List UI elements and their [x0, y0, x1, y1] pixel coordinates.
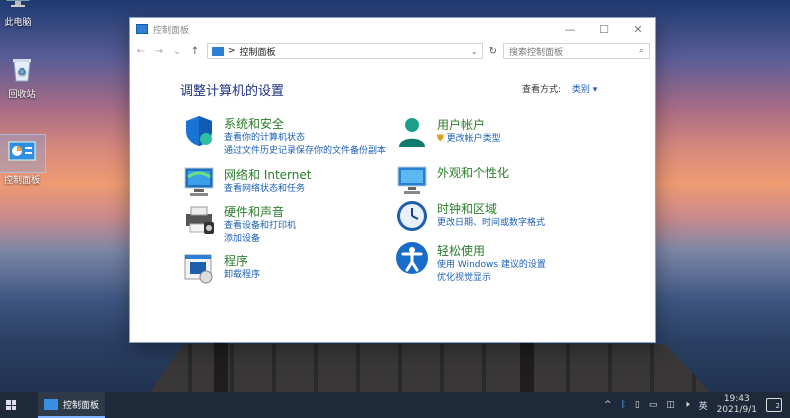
category-ease-of-access: 轻松使用 使用 Windows 建议的设置 优化视觉显示	[395, 241, 546, 285]
network-icon[interactable]	[182, 165, 216, 199]
up-button[interactable]: ↑	[189, 46, 201, 57]
desktop-icon-control-panel[interactable]: 控制面板	[0, 134, 46, 186]
clock-globe-icon[interactable]	[395, 199, 429, 233]
tray-overflow-chevron-icon[interactable]: ^	[604, 400, 612, 410]
category-link[interactable]: 卸载程序	[224, 269, 260, 282]
category-appearance: 外观和个性化	[395, 163, 509, 197]
control-panel-icon	[44, 398, 58, 410]
category-link[interactable]: 添加设备	[224, 233, 296, 246]
navigation-bar: ← → ⌄ ↑ > 控制面板 ⌄ ↻ 搜索控制面板 ⌕	[130, 40, 655, 62]
close-button[interactable]: ✕	[621, 18, 655, 40]
desktop-icon-label: 回收站	[8, 90, 36, 100]
windows-logo-icon	[6, 400, 16, 410]
back-button[interactable]: ←	[135, 46, 147, 57]
control-panel-icon	[7, 137, 37, 167]
input-method-indicator[interactable]: 英	[699, 399, 708, 412]
desktop-icon-label: 控制面板	[3, 176, 40, 186]
category-hardware-sound: 硬件和声音 查看设备和打印机 添加设备	[182, 202, 296, 246]
category-title[interactable]: 外观和个性化	[437, 164, 509, 181]
category-link[interactable]: 查看网络状态和任务	[224, 183, 311, 196]
forward-button[interactable]: →	[153, 46, 165, 57]
content-area: 调整计算机的设置 查看方式: 类别 ▾ 系统和安全 查看你的计算机状态 通过文件…	[130, 62, 655, 342]
category-link[interactable]: 通过文件历史记录保存你的文件备份副本	[224, 145, 386, 158]
volume-icon[interactable]: 🕨	[684, 400, 690, 410]
wallpaper-pier	[150, 344, 710, 392]
accessibility-icon[interactable]	[395, 241, 429, 275]
uac-shield-icon: ⛊	[437, 134, 444, 144]
minimize-button[interactable]: —	[553, 18, 587, 40]
category-clock-region: 时钟和区域 更改日期、时间或数字格式	[395, 199, 545, 233]
desktop-icon-recycle-bin[interactable]: ♻ 回收站	[0, 54, 46, 100]
refresh-button[interactable]: ↻	[489, 46, 497, 57]
user-icon[interactable]	[395, 115, 429, 149]
desktop-icon-label: 此电脑	[4, 18, 32, 28]
maximize-button[interactable]: ☐	[587, 18, 621, 40]
view-by-label: 查看方式:	[522, 85, 562, 95]
bluetooth-icon[interactable]: ᛒ	[621, 400, 626, 410]
category-title[interactable]: 网络和 Internet	[224, 166, 311, 183]
category-title[interactable]: 硬件和声音	[224, 203, 296, 220]
page-title: 调整计算机的设置	[180, 84, 285, 99]
window-title: 控制面板	[153, 25, 190, 36]
taskbar-app-label: 控制面板	[63, 400, 100, 411]
desktop-icon-this-pc[interactable]: 此电脑	[0, 0, 42, 28]
system-tray: ^ ᛒ ▯ ▭ ◫ 🕨 英 19:43 2021/9/1 2	[604, 394, 790, 416]
notification-count: 2	[775, 402, 780, 410]
computer-icon	[3, 0, 33, 12]
recycle-bin-icon: ♻	[7, 54, 37, 84]
category-link[interactable]: 使用 Windows 建议的设置	[437, 259, 546, 272]
control-panel-icon	[136, 24, 148, 34]
category-network-internet: 网络和 Internet 查看网络状态和任务	[182, 165, 311, 199]
search-placeholder: 搜索控制面板	[509, 47, 564, 58]
printer-icon[interactable]	[182, 202, 216, 236]
search-input[interactable]: 搜索控制面板 ⌕	[503, 43, 650, 59]
taskbar-app-control-panel[interactable]: 控制面板	[38, 392, 106, 418]
category-link[interactable]: 优化视觉显示	[437, 272, 546, 285]
category-link[interactable]: ⛊ 更改帐户类型	[437, 133, 501, 146]
network-icon[interactable]: ◫	[666, 400, 675, 410]
category-title[interactable]: 程序	[224, 252, 260, 269]
taskbar: 控制面板 ^ ᛒ ▯ ▭ ◫ 🕨 英 19:43 2021/9/1 2	[0, 392, 790, 418]
category-title[interactable]: 用户帐户	[437, 116, 501, 133]
recent-locations-button[interactable]: ⌄	[171, 46, 183, 57]
display-icon[interactable]: ▭	[649, 400, 658, 410]
view-by-dropdown[interactable]: 类别 ▾	[572, 85, 597, 95]
programs-icon[interactable]	[182, 251, 216, 285]
clock-date: 2021/9/1	[716, 405, 757, 415]
category-link[interactable]: 查看设备和打印机	[224, 220, 296, 233]
search-icon[interactable]: ⌕	[639, 46, 644, 56]
category-programs: 程序 卸载程序	[182, 251, 260, 285]
start-button[interactable]	[0, 392, 22, 418]
title-bar[interactable]: 控制面板 — ☐ ✕	[130, 18, 655, 40]
category-link[interactable]: 查看你的计算机状态	[224, 132, 386, 145]
category-title[interactable]: 时钟和区域	[437, 200, 545, 217]
control-panel-window: 控制面板 — ☐ ✕ ← → ⌄ ↑ > 控制面板 ⌄ ↻ 搜索控制面板 ⌕ 调…	[129, 17, 656, 343]
address-bar[interactable]: > 控制面板 ⌄	[207, 43, 483, 59]
shield-icon[interactable]	[182, 114, 216, 148]
appearance-icon[interactable]	[395, 163, 429, 197]
usb-icon[interactable]: ▯	[635, 400, 640, 410]
category-system-security: 系统和安全 查看你的计算机状态 通过文件历史记录保存你的文件备份副本	[182, 114, 386, 158]
category-title[interactable]: 系统和安全	[224, 115, 386, 132]
address-path[interactable]: 控制面板	[240, 45, 276, 58]
address-dropdown-icon[interactable]: ⌄	[471, 47, 478, 56]
clock[interactable]: 19:43 2021/9/1	[717, 394, 757, 416]
category-user-accounts: 用户帐户 ⛊ 更改帐户类型	[395, 115, 501, 149]
clock-time: 19:43	[723, 394, 750, 404]
notification-center-button[interactable]: 2	[766, 398, 782, 412]
view-by: 查看方式: 类别 ▾	[522, 82, 597, 95]
svg-text:♻: ♻	[18, 67, 27, 78]
category-link[interactable]: 更改日期、时间或数字格式	[437, 217, 545, 230]
address-separator: >	[228, 46, 236, 56]
control-panel-icon	[212, 46, 224, 56]
category-title[interactable]: 轻松使用	[437, 242, 546, 259]
